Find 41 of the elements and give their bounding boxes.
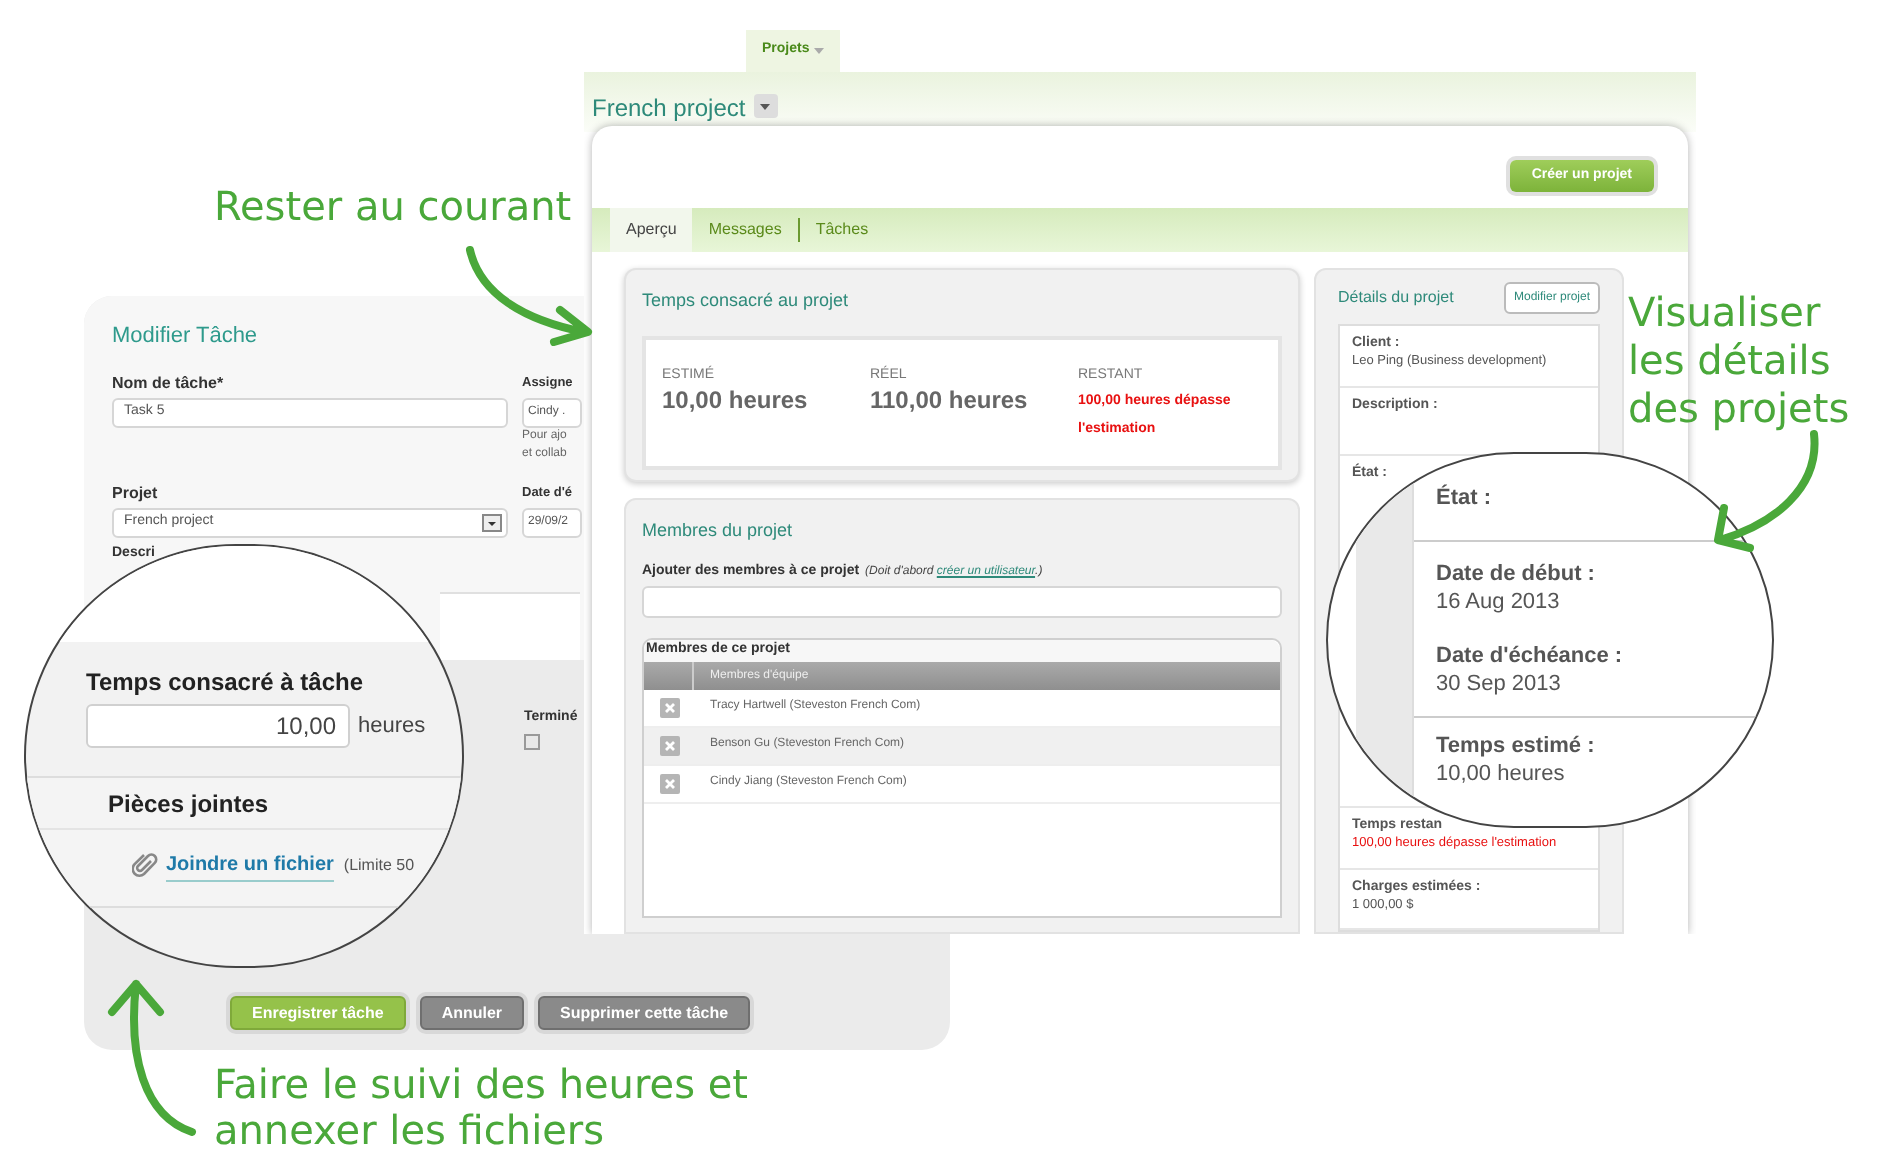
unit-label: heures <box>358 711 426 742</box>
section-title: Pièces jointes <box>28 778 462 830</box>
annotation-text: Rester au courant <box>214 180 574 234</box>
annotation-text: Faire le suivi des heures et annexer les fichiers <box>214 1062 750 1154</box>
paperclip-icon <box>132 852 160 880</box>
tab[interactable]: Aperçu <box>610 208 693 252</box>
tab[interactable]: Tâches <box>799 208 885 252</box>
field-label: État : <box>1436 486 1491 512</box>
caret-icon <box>813 48 824 54</box>
stat-value: 110,00 heures <box>870 385 1030 413</box>
dropdown-button[interactable] <box>753 94 778 118</box>
stat-value: 10,00 heures <box>662 385 810 413</box>
input-field[interactable]: 10,00 <box>86 704 350 748</box>
field-value: 16 Aug 2013 <box>1436 588 1560 616</box>
delete-icon <box>659 773 679 793</box>
field-label: Projet <box>112 483 158 503</box>
panel-title: Modifier Tâche <box>112 322 260 352</box>
attach-file-link[interactable]: Joindre un fichier <box>166 850 334 882</box>
annotation-text: Visualiser les détails des projets <box>1628 288 1852 432</box>
project-title: French project <box>592 92 746 126</box>
caret-icon <box>760 103 771 109</box>
field-label: Temps estimé : <box>1436 734 1595 760</box>
field-value: 30 Sep 2013 <box>1436 670 1561 698</box>
hint-text: (Limite 50 <box>343 854 415 878</box>
field-label: Temps consacré à tâche <box>86 666 364 700</box>
form-button[interactable]: Supprimer cette tâche <box>538 996 751 1030</box>
delete-icon <box>659 697 679 717</box>
form-button[interactable]: Annuler <box>419 996 525 1030</box>
card-title: Membres du projet <box>642 518 795 544</box>
textarea-field[interactable] <box>440 592 580 660</box>
dropdown-icon <box>482 513 502 531</box>
tab[interactable]: Messages <box>692 208 798 252</box>
card-title: Détails du projet <box>1338 286 1454 310</box>
field-value: 10,00 heures <box>1436 760 1565 788</box>
card-title: Temps consacré au projet <box>642 288 851 314</box>
checkbox[interactable] <box>524 733 540 749</box>
field-label: Date de début : <box>1436 562 1595 588</box>
field-label: Date d'échéance : <box>1436 644 1623 670</box>
delete-icon <box>659 735 679 755</box>
field-label: Nom de tâche* <box>112 373 224 393</box>
input-field[interactable] <box>642 586 1282 618</box>
